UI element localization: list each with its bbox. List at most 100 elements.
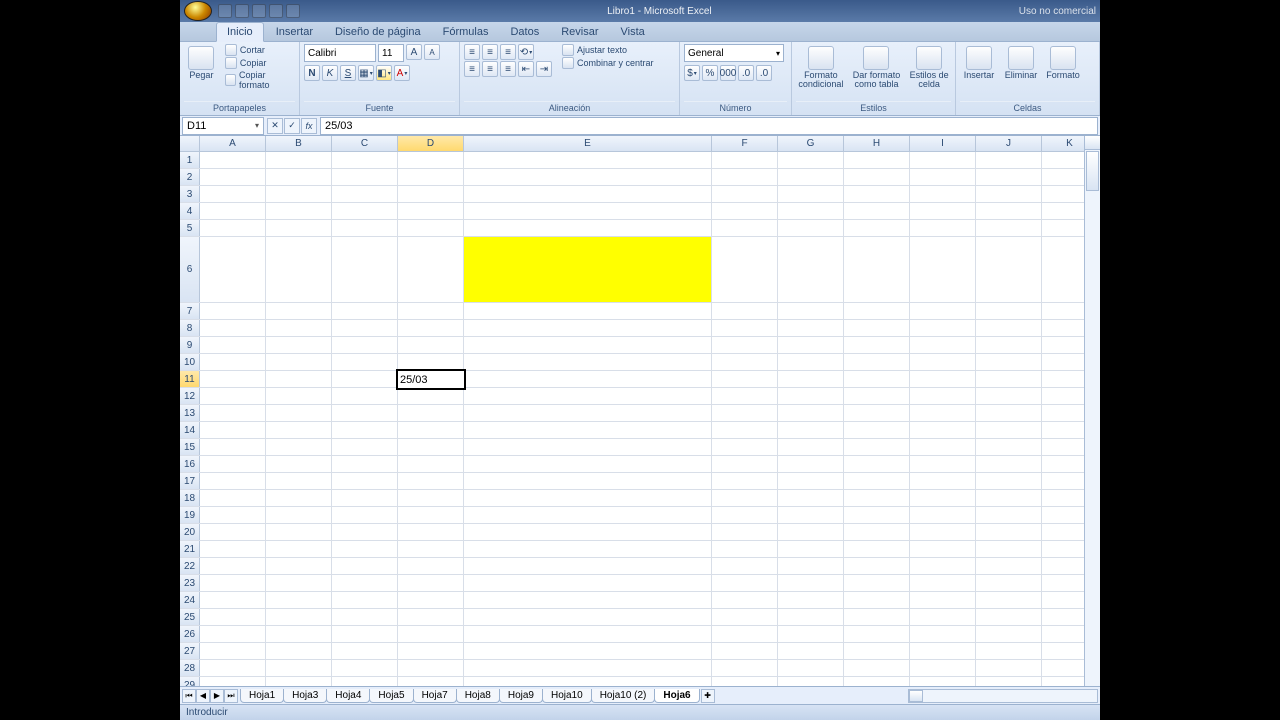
cell-D6[interactable] [398, 237, 464, 302]
cell-A6[interactable] [200, 237, 266, 302]
tab-insertar[interactable]: Insertar [266, 23, 323, 41]
cell-A3[interactable] [200, 186, 266, 202]
cell-H14[interactable] [844, 422, 910, 438]
row-header-2[interactable]: 2 [180, 169, 200, 185]
cell-F10[interactable] [712, 354, 778, 370]
cell-H17[interactable] [844, 473, 910, 489]
cell-E24[interactable] [464, 592, 712, 608]
cell-F3[interactable] [712, 186, 778, 202]
cell-F9[interactable] [712, 337, 778, 353]
sheet-tab-hoja10-2-[interactable]: Hoja10 (2) [591, 689, 656, 703]
cell-A26[interactable] [200, 626, 266, 642]
cell-H3[interactable] [844, 186, 910, 202]
cell-F27[interactable] [712, 643, 778, 659]
prev-sheet-button[interactable]: ◀ [196, 689, 210, 703]
cell-I15[interactable] [910, 439, 976, 455]
align-bottom-button[interactable]: ≡ [500, 44, 516, 60]
row-header-20[interactable]: 20 [180, 524, 200, 540]
row-header-27[interactable]: 27 [180, 643, 200, 659]
row-header-15[interactable]: 15 [180, 439, 200, 455]
cell-I19[interactable] [910, 507, 976, 523]
fill-color-button[interactable]: ◧ [376, 65, 392, 81]
cell-H13[interactable] [844, 405, 910, 421]
cell-F13[interactable] [712, 405, 778, 421]
cell-D21[interactable] [398, 541, 464, 557]
cell-C28[interactable] [332, 660, 398, 676]
cell-I8[interactable] [910, 320, 976, 336]
cell-A20[interactable] [200, 524, 266, 540]
cell-G18[interactable] [778, 490, 844, 506]
align-middle-button[interactable]: ≡ [482, 44, 498, 60]
cell-F14[interactable] [712, 422, 778, 438]
cell-B7[interactable] [266, 303, 332, 319]
cell-E9[interactable] [464, 337, 712, 353]
cell-F21[interactable] [712, 541, 778, 557]
cell-B14[interactable] [266, 422, 332, 438]
cell-F26[interactable] [712, 626, 778, 642]
cell-H7[interactable] [844, 303, 910, 319]
cell-C17[interactable] [332, 473, 398, 489]
cell-H20[interactable] [844, 524, 910, 540]
row-header-26[interactable]: 26 [180, 626, 200, 642]
cell-B13[interactable] [266, 405, 332, 421]
row-header-23[interactable]: 23 [180, 575, 200, 591]
cell-A4[interactable] [200, 203, 266, 219]
cell-D22[interactable] [398, 558, 464, 574]
cell-D2[interactable] [398, 169, 464, 185]
cell-H8[interactable] [844, 320, 910, 336]
cell-G11[interactable] [778, 371, 844, 387]
cell-E6[interactable] [464, 237, 712, 302]
row-header-29[interactable]: 29 [180, 677, 200, 686]
cell-J19[interactable] [976, 507, 1042, 523]
cell-F17[interactable] [712, 473, 778, 489]
cell-E16[interactable] [464, 456, 712, 472]
tab-fórmulas[interactable]: Fórmulas [433, 23, 499, 41]
cell-A16[interactable] [200, 456, 266, 472]
cell-F7[interactable] [712, 303, 778, 319]
cell-styles-button[interactable]: Estilos de celda [907, 44, 951, 89]
cell-B23[interactable] [266, 575, 332, 591]
cell-E15[interactable] [464, 439, 712, 455]
cell-C15[interactable] [332, 439, 398, 455]
cell-F19[interactable] [712, 507, 778, 523]
orientation-button[interactable]: ⟲ [518, 44, 534, 60]
row-header-6[interactable]: 6 [180, 237, 200, 302]
cell-H26[interactable] [844, 626, 910, 642]
col-header-D[interactable]: D [398, 136, 464, 151]
cell-G7[interactable] [778, 303, 844, 319]
cell-I5[interactable] [910, 220, 976, 236]
name-box[interactable]: D11 [182, 117, 264, 135]
cell-G10[interactable] [778, 354, 844, 370]
spreadsheet-grid[interactable]: ABCDEFGHIJK 1234567891011121314151617181… [180, 136, 1100, 686]
cell-E19[interactable] [464, 507, 712, 523]
cell-C3[interactable] [332, 186, 398, 202]
cell-H1[interactable] [844, 152, 910, 168]
conditional-formatting-button[interactable]: Formato condicional [796, 44, 846, 89]
cell-C2[interactable] [332, 169, 398, 185]
cell-B5[interactable] [266, 220, 332, 236]
cell-B11[interactable] [266, 371, 332, 387]
cell-F25[interactable] [712, 609, 778, 625]
cell-E12[interactable] [464, 388, 712, 404]
row-header-7[interactable]: 7 [180, 303, 200, 319]
select-all-corner[interactable] [180, 136, 200, 151]
cell-G17[interactable] [778, 473, 844, 489]
tab-inicio[interactable]: Inicio [216, 22, 264, 42]
cell-D18[interactable] [398, 490, 464, 506]
cell-H19[interactable] [844, 507, 910, 523]
cell-G24[interactable] [778, 592, 844, 608]
office-button[interactable] [184, 1, 212, 21]
cell-G16[interactable] [778, 456, 844, 472]
cell-J16[interactable] [976, 456, 1042, 472]
cell-A29[interactable] [200, 677, 266, 686]
vertical-scrollbar[interactable] [1084, 136, 1100, 686]
cell-H29[interactable] [844, 677, 910, 686]
cell-B18[interactable] [266, 490, 332, 506]
cell-F5[interactable] [712, 220, 778, 236]
cell-D7[interactable] [398, 303, 464, 319]
cell-F6[interactable] [712, 237, 778, 302]
row-header-12[interactable]: 12 [180, 388, 200, 404]
cell-F20[interactable] [712, 524, 778, 540]
cell-E14[interactable] [464, 422, 712, 438]
cell-B15[interactable] [266, 439, 332, 455]
